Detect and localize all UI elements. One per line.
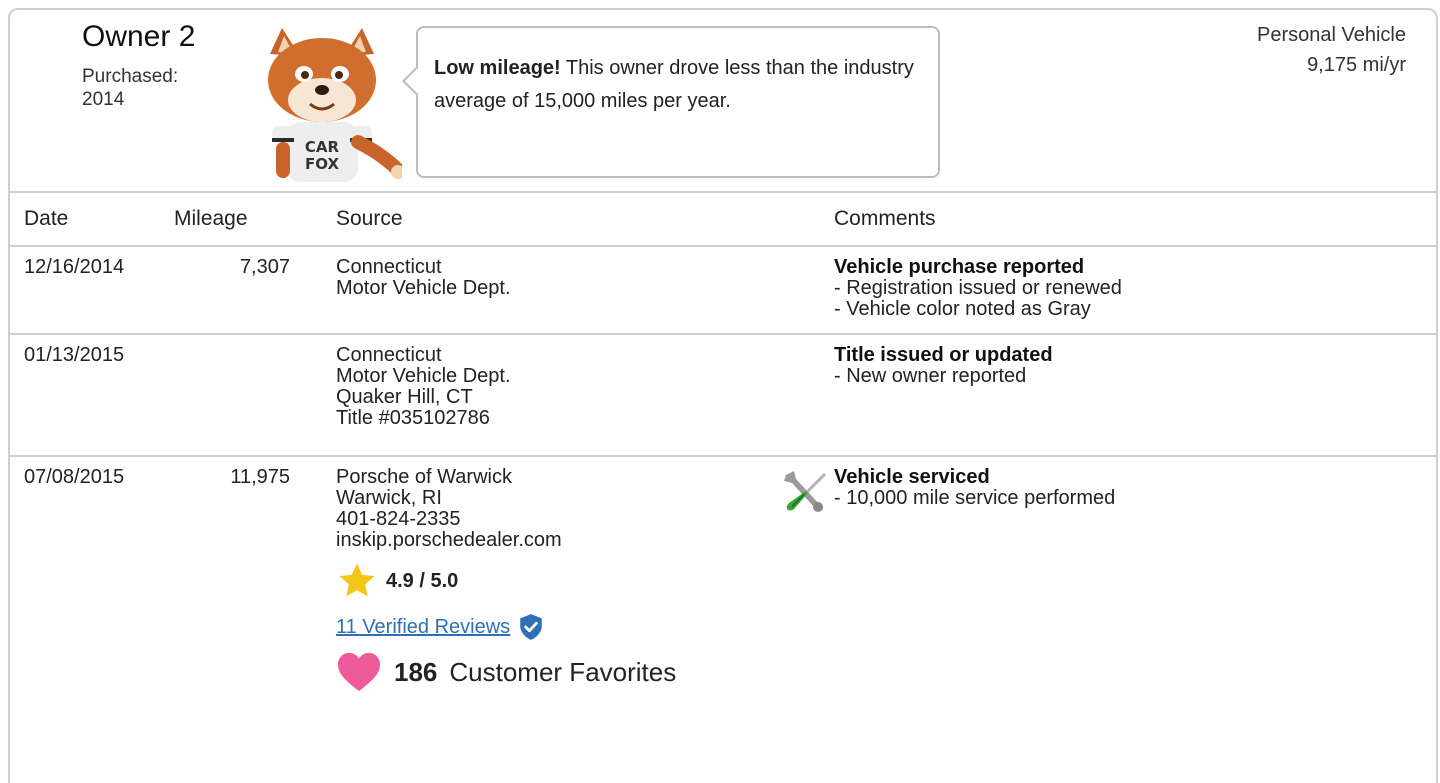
dealer-rating: 4.9 / 5.0 [336, 561, 676, 601]
source-line: Title #035102786 [336, 407, 490, 429]
source-line: Connecticut [336, 344, 442, 366]
row-source: Connecticut Motor Vehicle Dept. [336, 257, 511, 299]
table-row: 01/13/2015 Connecticut Motor Vehicle Dep… [10, 335, 1436, 457]
header-comments: Comments [834, 207, 936, 230]
comment-title: Vehicle serviced [834, 466, 990, 488]
verified-reviews-link[interactable]: 11 Verified Reviews [336, 616, 510, 638]
owner-card: Owner 2 Purchased: 2014 CAR FOX Low mile… [8, 8, 1438, 783]
comment-line: - 10,000 mile service performed [834, 487, 1116, 509]
table-row: 07/08/2015 11,975 Porsche of Warwick War… [10, 457, 1436, 783]
row-source: Porsche of Warwick Warwick, RI 401-824-2… [336, 467, 676, 693]
usage-type: Personal Vehicle [1257, 24, 1406, 46]
wrench-screwdriver-icon [784, 471, 826, 512]
mascot-shirt-line-2: FOX [305, 155, 339, 173]
rating-value: 4.9 / 5.0 [386, 569, 459, 592]
source-line: Warwick, RI [336, 487, 442, 509]
source-line: 401-824-2335 [336, 508, 461, 530]
customer-favorites: 186 Customer Favorites [336, 651, 676, 693]
source-line: Motor Vehicle Dept. [336, 277, 511, 299]
bubble-bold: Low mileage! [434, 57, 561, 79]
header-mileage: Mileage [174, 207, 248, 230]
purchased-year: 2014 [82, 89, 125, 110]
bubble-tail-inner [405, 67, 419, 95]
header-date: Date [24, 207, 69, 230]
purchased-label: Purchased: [82, 66, 179, 87]
comment-line: - Registration issued or renewed [834, 277, 1122, 299]
mascot-shirt-line-1: CAR [305, 138, 340, 156]
row-comments: Title issued or updated - New owner repo… [834, 345, 1053, 387]
table-row: 12/16/2014 7,307 Connecticut Motor Vehic… [10, 247, 1436, 335]
carfox-mascot-icon: CAR FOX [268, 28, 402, 182]
owner-title: Owner 2 [82, 20, 196, 53]
comment-title: Vehicle purchase reported [834, 256, 1085, 278]
mileage-bubble: Low mileage! This owner drove less than … [416, 26, 940, 178]
comment-line: - New owner reported [834, 365, 1027, 387]
comment-title: Title issued or updated [834, 344, 1053, 366]
owner-header: Owner 2 Purchased: 2014 CAR FOX Low mile… [10, 10, 1436, 193]
comment-line: - Vehicle color noted as Gray [834, 298, 1091, 320]
source-line: Quaker Hill, CT [336, 386, 473, 408]
row-source: Connecticut Motor Vehicle Dept. Quaker H… [336, 345, 511, 429]
source-line: Connecticut [336, 256, 442, 278]
usage-rate: 9,175 mi/yr [1307, 54, 1406, 76]
row-mileage: 7,307 [239, 256, 290, 278]
history-table-header: Date Mileage Source Comments [10, 193, 1436, 247]
favorites-label: Customer Favorites [449, 656, 677, 687]
verified-shield-icon [520, 614, 542, 640]
heart-icon [338, 652, 380, 692]
source-line: Motor Vehicle Dept. [336, 365, 511, 387]
usage-info: Personal Vehicle 9,175 mi/yr [1257, 20, 1406, 80]
source-line: inskip.porschedealer.com [336, 529, 562, 551]
source-line: Porsche of Warwick [336, 466, 512, 488]
row-date: 12/16/2014 [24, 256, 125, 278]
row-comments: Vehicle serviced - 10,000 mile service p… [834, 467, 1115, 509]
star-icon [339, 563, 375, 597]
row-comments: Vehicle purchase reported - Registration… [834, 257, 1122, 320]
row-date: 01/13/2015 [24, 344, 125, 366]
reviews-row: 11 Verified Reviews [336, 613, 676, 641]
header-source: Source [336, 207, 403, 230]
row-date: 07/08/2015 [24, 466, 125, 488]
row-mileage: 11,975 [230, 466, 290, 488]
favorites-count: 186 [394, 656, 438, 687]
